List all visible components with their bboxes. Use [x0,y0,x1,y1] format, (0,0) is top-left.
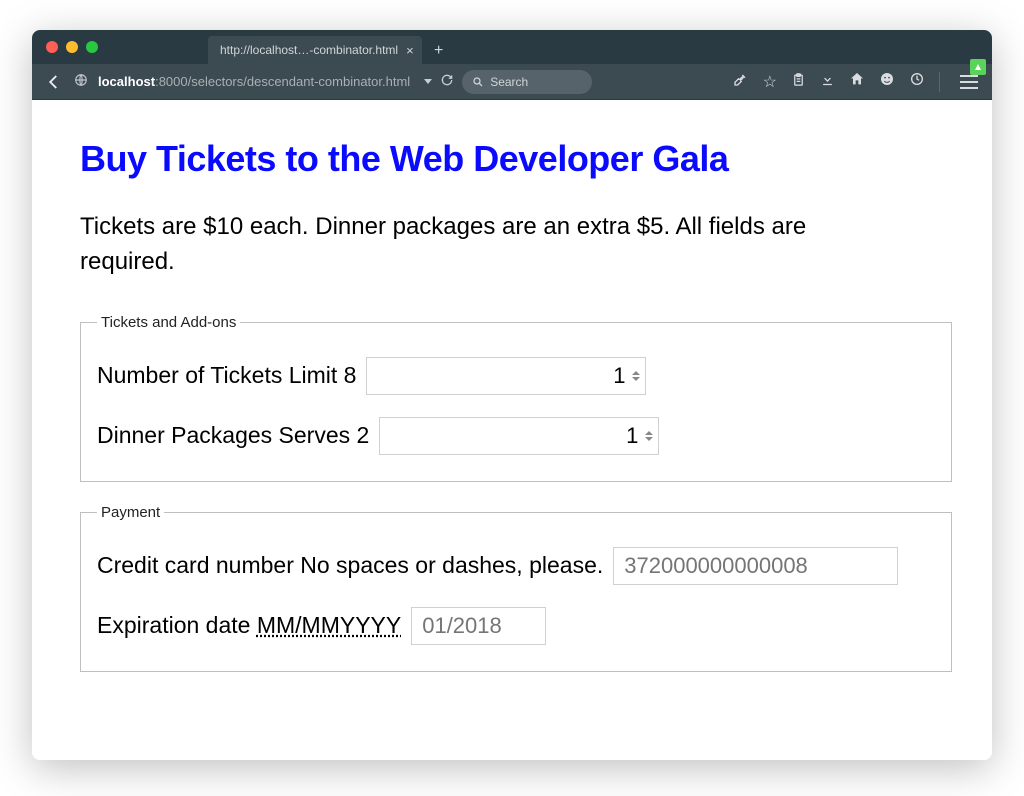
smiley-icon[interactable] [879,71,895,92]
fieldset-tickets: Tickets and Add-ons Number of Tickets Li… [80,314,952,482]
tickets-label: Number of Tickets Limit 8 [97,362,356,389]
update-badge-icon[interactable] [970,59,986,75]
exp-field-row: Expiration date MM/MMYYYY [97,607,935,645]
browser-tab[interactable]: http://localhost…-combinator.html × [208,36,422,64]
download-icon[interactable] [820,72,835,92]
url-port: :8000 [155,74,188,89]
new-tab-button[interactable]: + [426,38,452,64]
page-content: Buy Tickets to the Web Developer Gala Ti… [32,100,992,760]
tickets-legend: Tickets and Add-ons [97,314,240,331]
star-icon[interactable]: ☆ [763,72,777,92]
exp-label-prefix: Expiration date [97,612,257,638]
fieldset-payment: Payment Credit card number No spaces or … [80,504,952,672]
intro-text: Tickets are $10 each. Dinner packages ar… [80,210,860,280]
url-path: /selectors/descendant-combinator.html [188,74,411,89]
toolbar: localhost:8000/selectors/descendant-comb… [32,64,992,100]
wrench-icon[interactable] [733,71,749,92]
tab-title: http://localhost…-combinator.html [220,43,398,57]
menu-button[interactable] [960,75,978,89]
browser-window: http://localhost…-combinator.html × + lo… [32,30,992,760]
exp-format-abbr: MM/MMYYYY [257,612,401,638]
globe-icon [74,73,88,90]
tab-strip: http://localhost…-combinator.html × + [208,30,452,64]
search-input[interactable]: Search [462,70,592,94]
credit-card-input[interactable] [613,547,898,585]
tickets-input[interactable] [366,357,646,395]
tickets-field-row: Number of Tickets Limit 8 [97,357,935,395]
dinners-label: Dinner Packages Serves 2 [97,422,369,449]
url-dropdown-icon[interactable] [424,79,432,84]
home-icon[interactable] [849,71,865,92]
cc-field-row: Credit card number No spaces or dashes, … [97,547,935,585]
window-close-icon[interactable] [46,41,58,53]
window-zoom-icon[interactable] [86,41,98,53]
exp-label: Expiration date MM/MMYYYY [97,612,401,639]
cc-label: Credit card number No spaces or dashes, … [97,552,603,579]
titlebar: http://localhost…-combinator.html × + [32,30,992,64]
url-host: localhost [98,74,155,89]
reload-button[interactable] [440,73,454,90]
dinners-input[interactable] [379,417,659,455]
back-button[interactable] [42,70,66,94]
clipboard-icon[interactable] [791,72,806,92]
search-placeholder: Search [490,75,528,89]
url-bar[interactable]: localhost:8000/selectors/descendant-comb… [98,74,410,89]
toolbar-icons: ☆ [733,71,982,92]
dinners-field-row: Dinner Packages Serves 2 [97,417,935,455]
window-minimize-icon[interactable] [66,41,78,53]
traffic-lights [46,41,98,53]
page-title: Buy Tickets to the Web Developer Gala [80,138,952,180]
payment-legend: Payment [97,504,164,521]
close-tab-icon[interactable]: × [406,44,414,57]
search-icon [472,76,484,88]
shield-icon[interactable] [909,71,925,92]
expiration-input[interactable] [411,607,546,645]
